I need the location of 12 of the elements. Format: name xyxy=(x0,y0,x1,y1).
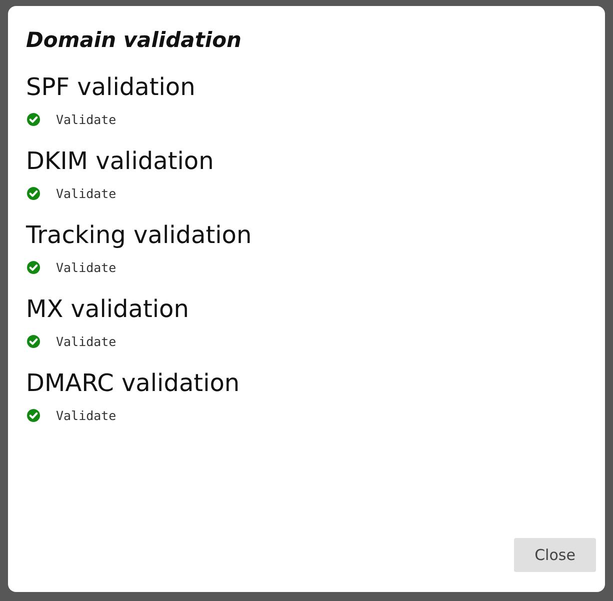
validation-status: Validate xyxy=(56,112,116,126)
section-heading: MX validation xyxy=(26,294,190,325)
section-heading: DKIM validation xyxy=(26,146,215,177)
validation-status: Validate xyxy=(56,260,116,274)
validation-status: Validate xyxy=(56,334,116,348)
validation-status: Validate xyxy=(56,408,116,422)
dialog-title: Domain validation xyxy=(26,28,242,52)
close-button[interactable]: Close xyxy=(514,538,596,572)
validation-status: Validate xyxy=(56,186,116,200)
section-heading: DMARC validation xyxy=(26,368,241,399)
section-heading: SPF validation xyxy=(26,72,196,103)
section-heading: Tracking validation xyxy=(26,220,253,251)
